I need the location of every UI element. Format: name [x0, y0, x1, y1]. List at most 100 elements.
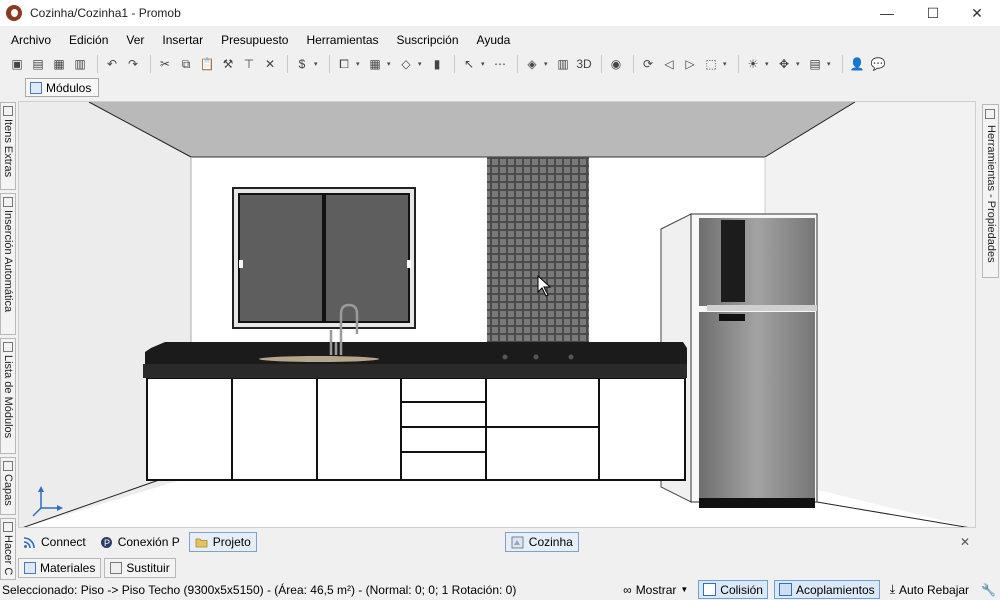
move-icon[interactable]: ✥	[775, 55, 793, 73]
tab-cozinha-label: Cozinha	[528, 535, 573, 549]
tab-projeto[interactable]: Projeto	[188, 532, 257, 552]
copy-icon[interactable]: ⧉	[177, 55, 195, 73]
menu-presupuesto[interactable]: Presupuesto	[212, 33, 297, 47]
toolbar-separator	[601, 55, 602, 73]
modulos-tab[interactable]: Módulos	[25, 78, 99, 97]
tab-cozinha[interactable]: Cozinha	[504, 532, 579, 552]
tab-capas-label: Capas	[2, 474, 14, 506]
menu-ayuda[interactable]: Ayuda	[468, 33, 520, 47]
toolbar-separator	[329, 55, 330, 73]
light-dropdown-icon[interactable]: ▾	[765, 60, 771, 68]
eye-icon[interactable]: ◉	[607, 55, 625, 73]
wall-icon[interactable]: ▦	[366, 55, 384, 73]
tool-icon[interactable]: ⊤	[240, 55, 258, 73]
chat-icon[interactable]: 💬	[869, 55, 887, 73]
mostrar-label: Mostrar	[635, 582, 677, 597]
cut-icon[interactable]: ✂	[156, 55, 174, 73]
shape-dropdown-icon[interactable]: ▾	[418, 60, 424, 68]
bottom-tab-bar: Connect P Conexión P Projeto Cozinha ✕	[18, 531, 976, 553]
wall-dropdown-icon[interactable]: ▾	[387, 60, 393, 68]
conexion-icon: P	[100, 536, 112, 548]
tab-insercion-automatica[interactable]: Inserción Automática	[0, 193, 16, 335]
minimize-button[interactable]: —	[864, 0, 910, 26]
acoplamientos-toggle[interactable]: Acoplamientos	[773, 580, 880, 599]
menu-insertar[interactable]: Insertar	[153, 33, 212, 47]
move-right-icon[interactable]: ▷	[681, 55, 699, 73]
shape-icon[interactable]: ◇	[397, 55, 415, 73]
close-panel-icon[interactable]: ✕	[960, 535, 970, 549]
tab-lista-modulos[interactable]: Lista de Módulos	[0, 338, 16, 454]
hacer-icon	[3, 522, 13, 532]
tab-connect[interactable]: Connect	[18, 532, 91, 552]
extras-icon	[3, 106, 13, 116]
move-left-icon[interactable]: ◁	[660, 55, 678, 73]
budget-icon[interactable]: $	[293, 55, 311, 73]
redo-icon[interactable]: ↷	[124, 55, 142, 73]
menu-herramientas[interactable]: Herramientas	[297, 33, 387, 47]
colision-toggle[interactable]: Colisión	[698, 580, 768, 599]
tile-backsplash	[487, 157, 589, 342]
paste-icon[interactable]: 📋	[198, 55, 216, 73]
toolbar-separator	[633, 55, 634, 73]
tab-itens-extras[interactable]: Itens Extras	[0, 102, 16, 190]
tab-hacer[interactable]: Hacer C	[0, 518, 16, 580]
hammer-icon[interactable]: ⚒	[219, 55, 237, 73]
printer-icon[interactable]: ▥	[71, 55, 89, 73]
menu-suscripcion[interactable]: Suscripción	[388, 33, 468, 47]
layers-tab-icon	[3, 461, 13, 471]
base-cabinets	[146, 377, 686, 481]
material-icon[interactable]: ▮	[428, 55, 446, 73]
menu-archivo[interactable]: Archivo	[2, 33, 60, 47]
tab-materiales-label: Materiales	[40, 561, 96, 575]
measure-icon[interactable]: ⋯	[491, 55, 509, 73]
layers-icon[interactable]: ◈	[523, 55, 541, 73]
close-button[interactable]: ✕	[954, 0, 1000, 26]
tab-herramientas-propiedades[interactable]: Herramientas - Propiedades	[982, 104, 999, 278]
sink	[259, 356, 379, 362]
undo-icon[interactable]: ↶	[103, 55, 121, 73]
svg-text:P: P	[104, 538, 110, 548]
camera-icon[interactable]: ⬚	[702, 55, 720, 73]
toolbar-separator	[454, 55, 455, 73]
tools-icon	[985, 109, 995, 119]
wrench-icon[interactable]: 🔧	[981, 583, 996, 597]
status-bar: Seleccionado: Piso -> Piso Techo (9300x5…	[0, 579, 1000, 600]
tab-materiales[interactable]: Materiales	[18, 558, 102, 578]
3d-viewport[interactable]	[18, 101, 976, 528]
delete-icon[interactable]: ✕	[261, 55, 279, 73]
view2d-icon[interactable]: ▥	[554, 55, 572, 73]
light-icon[interactable]: ☀	[744, 55, 762, 73]
granite-countertop	[143, 342, 687, 378]
main-toolbar: ▣ ▤ ▦ ▥ ↶ ↷ ✂ ⧉ 📋 ⚒ ⊤ ✕ $ ▾ ⧠ ▾ ▦ ▾ ◇ ▾ ▮ ↖ ▾ ⋯ ◈ ▾ ▥ 3D ◉ ⟳ ◁ ▷ ⬚ ▾ ☀ ▾ ✥ ▾ ▤…	[0, 52, 1000, 76]
print-icon[interactable]: ▤	[29, 55, 47, 73]
save-icon[interactable]: ▣	[8, 55, 26, 73]
maximize-button[interactable]: ☐	[910, 0, 956, 26]
budget-dropdown-icon[interactable]: ▾	[314, 60, 320, 68]
rotate-icon[interactable]: ⟳	[639, 55, 657, 73]
user-icon[interactable]: 👤	[848, 55, 866, 73]
group-icon[interactable]: ⧠	[335, 55, 353, 73]
pointer-dropdown-icon[interactable]: ▾	[481, 60, 487, 68]
view3d-icon[interactable]: 3D	[575, 55, 593, 73]
group-dropdown-icon[interactable]: ▾	[356, 60, 362, 68]
modulos-tab-label: Módulos	[46, 80, 92, 95]
camera-dropdown-icon[interactable]: ▾	[723, 60, 729, 68]
toolbar-separator	[287, 55, 288, 73]
mostrar-dropdown[interactable]: ∞ Mostrar ▼	[619, 580, 692, 599]
menu-edicion[interactable]: Edición	[60, 33, 117, 47]
auto-rebajar-toggle[interactable]: ⤓ Auto Rebajar	[886, 580, 973, 599]
tab-capas[interactable]: Capas	[0, 457, 16, 515]
pointer-icon[interactable]: ↖	[460, 55, 478, 73]
kitchen-window	[232, 187, 416, 329]
tab-sustituir[interactable]: Sustituir	[104, 558, 176, 578]
colision-label: Colisión	[720, 582, 763, 597]
tab-conexion[interactable]: P Conexión P	[95, 532, 185, 552]
menu-ver[interactable]: Ver	[117, 33, 153, 47]
layers-dropdown-icon[interactable]: ▾	[544, 60, 550, 68]
render-icon[interactable]: ▦	[50, 55, 68, 73]
collision-icon	[703, 583, 717, 596]
kitchen-render[interactable]	[19, 102, 976, 528]
move-dropdown-icon[interactable]: ▾	[796, 60, 802, 68]
align-dropdown-icon[interactable]: ▾	[827, 60, 833, 68]
align-icon[interactable]: ▤	[806, 55, 824, 73]
